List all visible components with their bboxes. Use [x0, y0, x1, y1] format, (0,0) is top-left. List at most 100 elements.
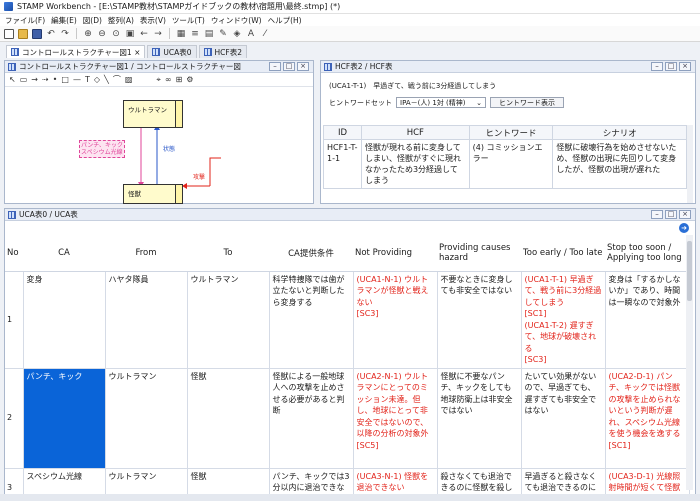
menu-view[interactable]: 表示(V)	[137, 15, 169, 26]
open-folder-icon[interactable]	[18, 28, 28, 39]
to-cell[interactable]: 怪獣	[186, 367, 270, 469]
menu-file[interactable]: ファイル(F)	[2, 15, 48, 26]
external-arrow[interactable]	[209, 157, 221, 186]
menu-align[interactable]: 整列(A)	[105, 15, 137, 26]
hcf-scrollbar[interactable]	[687, 125, 693, 203]
scrollbar-thumb[interactable]	[687, 241, 692, 301]
from-cell[interactable]: ウルトラマン	[104, 367, 188, 469]
column-header-early-late[interactable]: Too early / Too late	[521, 235, 605, 272]
hcf-id-cell[interactable]: HCF1-T-1-1	[323, 139, 362, 189]
format-icon[interactable]: ▤	[204, 29, 214, 39]
maximize-button[interactable]: □	[665, 62, 677, 71]
curve-tool-icon[interactable]: ⌒	[113, 74, 121, 85]
providing-cell[interactable]: 怪獣に不要なパンチ、キックをしても地球防衛上は非安全ではない	[436, 367, 522, 469]
process-block[interactable]: 怪獣	[123, 184, 183, 204]
rect-tool-icon[interactable]: □	[61, 75, 69, 84]
column-header-hcf[interactable]: HCF	[360, 125, 470, 140]
hintword-set-select[interactable]: IPA－(人) 1対 (精神) ⌄	[396, 97, 486, 108]
to-cell[interactable]: ウルトラマン	[186, 270, 270, 369]
stop-cell[interactable]: 変身は「するかしないか」であり、時間は一瞬なので対象外	[604, 270, 690, 369]
diagram-toolbar: ↖ ▭ → ⇢ • □ — T ◇ ╲ ⌒ ▨ ⌖ ∞ ⊞ ⚙	[5, 73, 313, 87]
line-style-icon[interactable]: ⁄	[260, 29, 270, 39]
hintword-set-value: IPA－(人) 1対 (精神)	[400, 98, 466, 107]
close-button[interactable]: ×	[297, 62, 309, 71]
zoom-out-icon[interactable]: ⊖	[97, 29, 107, 39]
zoom-fit-icon[interactable]: ⊙	[111, 29, 121, 39]
ca-cell-selected[interactable]: パンチ、キック	[22, 367, 106, 469]
align-icon[interactable]: ≡	[190, 29, 200, 39]
close-button[interactable]: ×	[679, 62, 691, 71]
settings-icon[interactable]: ⚙	[186, 75, 193, 84]
early-late-cell[interactable]: (UCA1-T-1) 早過ぎて、戦う前に3分経過してしまう [SC1] (UCA…	[520, 270, 606, 369]
undo-icon[interactable]: ↶	[46, 29, 56, 39]
column-header-providing[interactable]: Providing causes hazard	[437, 235, 521, 272]
block-tool-icon[interactable]: ▭	[20, 75, 28, 84]
early-late-cell[interactable]: たいてい効果がないので、早過ぎても、遅すぎても非安全ではない	[520, 367, 606, 469]
line-color-icon[interactable]: ✎	[218, 29, 228, 39]
column-header-ca[interactable]: CA	[23, 235, 105, 272]
arrow-tool-icon[interactable]: →	[31, 75, 38, 84]
menu-help[interactable]: ヘルプ(H)	[265, 15, 305, 26]
hcf-cell[interactable]: 怪獣が現れる前に変身してしまい、怪獣がすぐに現れなかったため3分経過してしまう	[360, 139, 470, 189]
zoom-in-icon[interactable]: ⊕	[83, 29, 93, 39]
close-button[interactable]: ×	[679, 210, 691, 219]
column-header-not-providing[interactable]: Not Providing	[353, 235, 437, 272]
select-icon[interactable]: ▣	[125, 29, 135, 39]
image-tool-icon[interactable]: ▨	[125, 75, 133, 84]
minimize-button[interactable]: –	[269, 62, 281, 71]
menu-tools[interactable]: ツール(T)	[169, 15, 208, 26]
pointer-tool-icon[interactable]: ↖	[9, 75, 16, 84]
column-header-to[interactable]: To	[187, 235, 269, 272]
grid-icon[interactable]: ▦	[176, 29, 186, 39]
scenario-cell[interactable]: 怪獣に破壊行為を始めさせないため、怪獣の出現に先回りして変身したが、怪獣の出現が…	[552, 139, 687, 189]
column-header-hintword[interactable]: ヒントワード	[468, 125, 554, 140]
redo-icon[interactable]: ↷	[60, 29, 70, 39]
column-header-no[interactable]: No	[5, 235, 23, 272]
stop-cell[interactable]: (UCA2-D-1) パンチ、キックでは怪獣の攻撃を止められないという判断が遅れ…	[604, 367, 690, 469]
condition-cell[interactable]: 科学特捜隊では歯が立たないと判断したら変身する	[268, 270, 354, 369]
menu-window[interactable]: ウィンドウ(W)	[208, 15, 265, 26]
tab-uca-table[interactable]: UCA表0	[147, 45, 197, 58]
save-icon[interactable]	[32, 28, 42, 39]
ca-cell[interactable]: 変身	[22, 270, 106, 369]
column-header-stop-too-soon[interactable]: Stop too soon / Applying too long	[605, 235, 689, 272]
new-file-icon[interactable]	[4, 28, 14, 39]
hintword-set-row: ヒントワードセット IPA－(人) 1対 (精神) ⌄ ヒントワード表示	[329, 97, 564, 108]
not-providing-cell[interactable]: (UCA1-N-1) ウルトラマンが怪獣と戦えない [SC3]	[352, 270, 438, 369]
forward-icon[interactable]: →	[153, 29, 163, 39]
minimize-button[interactable]: –	[651, 210, 663, 219]
fill-color-icon[interactable]: ◈	[232, 29, 242, 39]
providing-cell[interactable]: 不要なときに変身しても非安全ではない	[436, 270, 522, 369]
from-cell[interactable]: ハヤタ隊員	[104, 270, 188, 369]
column-header-from[interactable]: From	[105, 235, 187, 272]
column-header-id[interactable]: ID	[323, 125, 362, 140]
tab-hcf-table[interactable]: HCF表2	[198, 45, 247, 58]
line-tool-icon[interactable]: —	[73, 75, 81, 84]
back-icon[interactable]: ←	[139, 29, 149, 39]
font-color-icon[interactable]: A	[246, 29, 256, 39]
column-header-condition[interactable]: CA提供条件	[269, 235, 353, 272]
column-header-scenario[interactable]: シナリオ	[552, 125, 687, 140]
pin-icon[interactable]: ⌖	[156, 75, 161, 85]
dashed-arrow-tool-icon[interactable]: ⇢	[42, 75, 49, 84]
not-providing-cell[interactable]: (UCA2-N-1) ウルトラマンにとってのミッション未達。但し、地球にとって非…	[352, 367, 438, 469]
bullet-tool-icon[interactable]: •	[53, 75, 58, 84]
controller-block[interactable]: ウルトラマン	[123, 100, 183, 128]
layout-icon[interactable]: ⊞	[176, 75, 183, 84]
minimize-button[interactable]: –	[651, 62, 663, 71]
hintword-cell[interactable]: (4) コミッションエラー	[468, 139, 554, 189]
condition-cell[interactable]: 怪獣による一般地球人への攻撃を止めさせる必要があると判断	[268, 367, 354, 469]
shape-tool-icon[interactable]: ◇	[94, 75, 100, 84]
maximize-button[interactable]: □	[665, 210, 677, 219]
show-hintword-button[interactable]: ヒントワード表示	[490, 97, 564, 108]
menu-diagram[interactable]: 図(D)	[80, 15, 105, 26]
text-tool-icon[interactable]: T	[85, 75, 90, 84]
uca-scrollbar[interactable]	[686, 235, 693, 490]
maximize-button[interactable]: □	[283, 62, 295, 71]
slash-tool-icon[interactable]: ╲	[104, 75, 109, 84]
menu-edit[interactable]: 編集(E)	[48, 15, 80, 26]
tab-control-structure[interactable]: コントロールストラクチャー図1 ×	[6, 45, 146, 58]
diagram-canvas[interactable]: ウルトラマン 怪獣 パンチ、キック スペシウム光線 状態 攻撃	[5, 88, 313, 204]
link-icon[interactable]: ∞	[165, 75, 172, 84]
navigate-icon[interactable]: ➜	[679, 223, 689, 233]
